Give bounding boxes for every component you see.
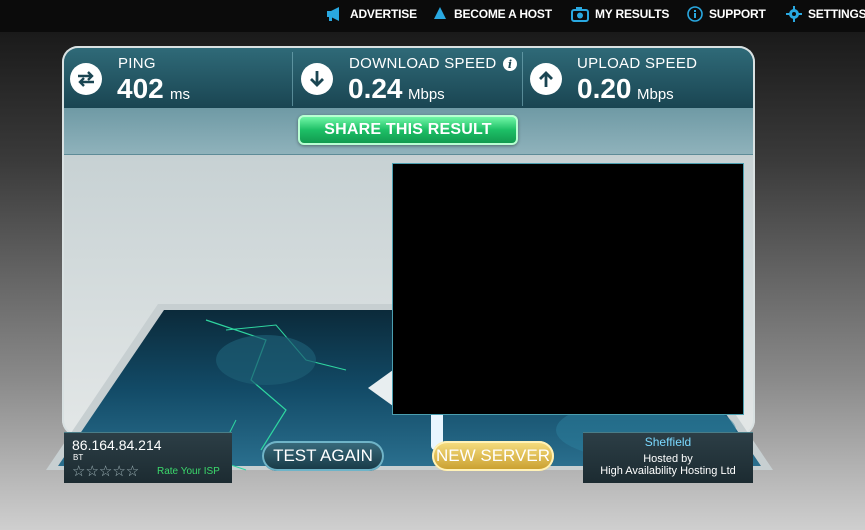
nav-my-results[interactable]: MY RESULTS <box>571 0 669 28</box>
upload-arrow-icon <box>530 63 562 95</box>
ping-label: PING <box>118 55 156 72</box>
upload-unit: Mbps <box>637 86 674 103</box>
nav-advertise[interactable]: ADVERTISE <box>326 0 417 28</box>
ping-icon <box>70 63 102 95</box>
upload-value: 0.20 <box>577 73 632 104</box>
server-city: Sheffield <box>644 435 692 449</box>
ping-value: 402 <box>117 73 164 104</box>
results-divider <box>522 52 523 106</box>
info-icon[interactable]: i <box>503 57 517 71</box>
host-name: High Availability Hosting Ltd <box>600 465 736 477</box>
isp-name: BT <box>73 453 84 462</box>
rate-isp-label[interactable]: Rate Your ISP <box>157 466 220 477</box>
rating-stars[interactable]: ☆☆☆☆☆ <box>72 462 139 480</box>
ping-unit: ms <box>170 86 190 103</box>
test-again-button[interactable]: TEST AGAIN <box>262 441 384 471</box>
results-divider <box>292 52 293 106</box>
drop-icon <box>434 7 446 19</box>
megaphone-icon <box>327 7 339 21</box>
gear-icon <box>786 6 802 22</box>
download-value: 0.24 <box>348 73 403 104</box>
info-circle-icon <box>687 6 703 22</box>
ip-address: 86.164.84.214 <box>72 437 162 453</box>
nav-settings-label: SETTINGS <box>808 7 865 21</box>
nav-my-results-label: MY RESULTS <box>595 7 670 21</box>
download-unit: Mbps <box>408 86 445 103</box>
share-result-button[interactable]: SHARE THIS RESULT <box>298 115 518 145</box>
nav-become-host[interactable]: BECOME A HOST <box>432 0 552 28</box>
nav-advertise-label: ADVERTISE <box>350 7 417 21</box>
nav-support[interactable]: SUPPORT <box>687 0 766 28</box>
ad-placeholder <box>393 164 743 414</box>
upload-label: UPLOAD SPEED <box>577 55 698 72</box>
hosted-by-label: Hosted by <box>643 453 693 465</box>
download-label: DOWNLOAD SPEED <box>349 55 497 72</box>
camera-icon <box>571 7 589 22</box>
nav-become-host-label: BECOME A HOST <box>454 7 552 21</box>
nav-settings[interactable]: SETTINGS <box>786 0 865 28</box>
nav-support-label: SUPPORT <box>709 7 766 21</box>
new-server-button[interactable]: NEW SERVER <box>432 441 554 471</box>
download-arrow-icon <box>301 63 333 95</box>
